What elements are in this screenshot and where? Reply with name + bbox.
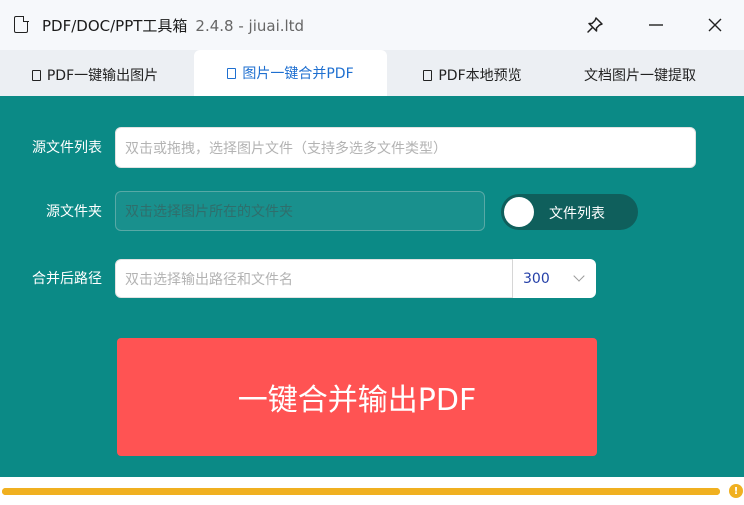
merge-output-pdf-button[interactable]: 一键合并输出PDF	[117, 338, 597, 456]
tab-extract-images[interactable]: 文档图片一键提取	[558, 54, 722, 96]
tab-bar: PDF一键输出图片 图片一键合并PDF PDF本地预览 文档图片一键提取	[0, 50, 744, 96]
chevron-down-icon	[573, 270, 585, 282]
app-file-icon	[14, 15, 29, 33]
progress-fill	[2, 488, 720, 495]
toggle-knob	[504, 197, 534, 227]
window-title: PDF/DOC/PPT工具箱 2.4.8 - jiuai.ltd	[42, 15, 304, 36]
status-bar: !	[0, 477, 744, 505]
toggle-label: 文件列表	[549, 206, 605, 222]
dpi-value: 300	[523, 270, 550, 287]
pin-button[interactable]	[575, 10, 615, 40]
pdf-file-icon	[423, 69, 433, 81]
app-name: PDF/DOC/PPT工具箱	[42, 17, 188, 35]
tab-label: PDF一键输出图片	[46, 68, 159, 84]
title-bar: PDF/DOC/PPT工具箱 2.4.8 - jiuai.ltd	[0, 0, 744, 50]
pin-icon	[587, 17, 603, 33]
output-path-label: 合并后路径	[32, 271, 102, 287]
tab-pdf-to-images[interactable]: PDF一键输出图片	[0, 54, 190, 96]
tab-label: 文档图片一键提取	[584, 68, 696, 84]
tab-images-to-pdf[interactable]: 图片一键合并PDF	[194, 50, 387, 96]
file-list-toggle[interactable]: 文件列表	[501, 194, 638, 230]
progress-bar	[2, 488, 720, 495]
tab-label: 图片一键合并PDF	[242, 66, 354, 82]
minimize-icon	[649, 24, 663, 26]
output-path-input[interactable]: 双击选择输出路径和文件名	[115, 259, 513, 298]
file-list-input[interactable]: 双击或拖拽，选择图片文件（支持多选多文件类型）	[115, 127, 696, 168]
tab-label: PDF本地预览	[438, 68, 522, 84]
folder-label: 源文件夹	[46, 204, 102, 220]
info-icon: !	[729, 484, 743, 498]
tab-pdf-preview[interactable]: PDF本地预览	[390, 54, 555, 96]
close-icon	[708, 18, 722, 32]
close-button[interactable]	[695, 10, 735, 40]
pdf-file-icon	[31, 69, 41, 81]
pdf-file-icon	[227, 67, 237, 79]
dpi-select[interactable]: 300	[512, 259, 596, 298]
minimize-button[interactable]	[636, 10, 676, 40]
app-version: 2.4.8 - jiuai.ltd	[195, 17, 305, 35]
folder-input[interactable]: 双击选择图片所在的文件夹	[115, 191, 485, 231]
file-list-label: 源文件列表	[32, 140, 102, 156]
